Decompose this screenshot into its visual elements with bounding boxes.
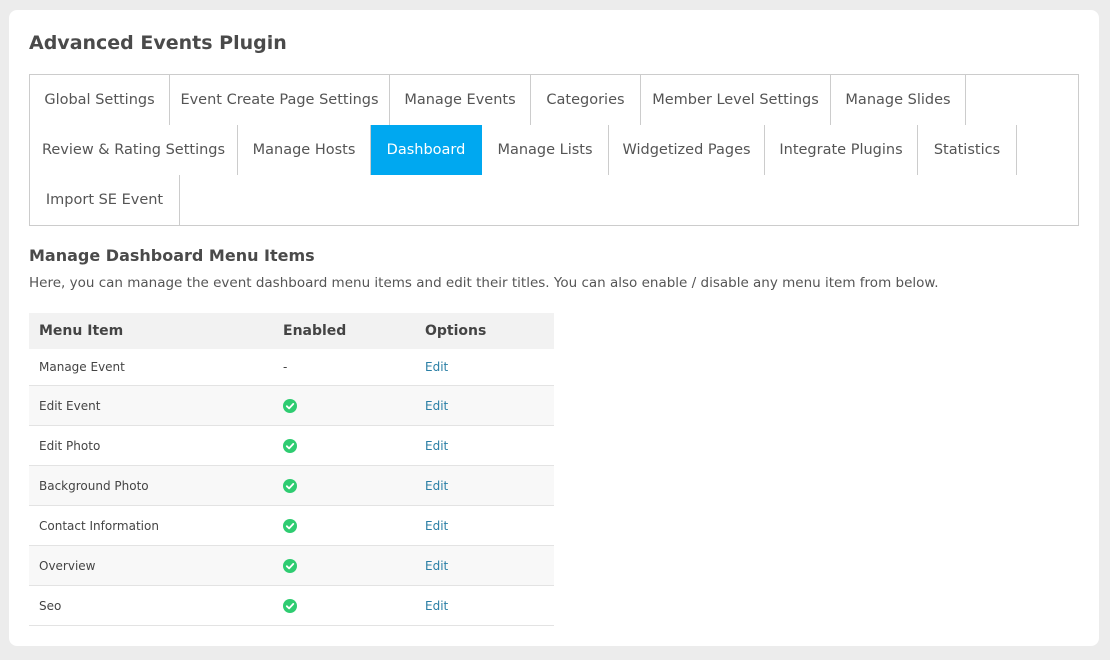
options-cell: Edit [415,545,554,586]
dashboard-menu-table: Menu Item Enabled Options Manage Event -… [29,313,554,626]
options-cell: Edit [415,585,554,626]
menu-item-name: Background Photo [29,465,273,506]
menu-item-name: Contact Information [29,505,273,546]
tab-member-level-settings[interactable]: Member Level Settings [641,75,831,125]
tab-review-rating-settings[interactable]: Review & Rating Settings [30,125,238,175]
check-circle-icon[interactable] [283,558,297,573]
table-row: Background Photo Edit [29,465,554,506]
enabled-status [273,385,415,426]
edit-link[interactable]: Edit [425,559,448,573]
edit-link[interactable]: Edit [425,479,448,493]
edit-link[interactable]: Edit [425,599,448,613]
page-title: Advanced Events Plugin [29,32,287,54]
check-circle-icon[interactable] [283,478,297,493]
options-cell: Edit [415,349,554,386]
table-row: Contact Information Edit [29,505,554,546]
menu-item-name: Manage Event [29,349,273,386]
settings-tabs: Global Settings Event Create Page Settin… [29,74,1079,226]
edit-link[interactable]: Edit [425,360,448,374]
tab-global-settings[interactable]: Global Settings [30,75,170,125]
tab-widgetized-pages[interactable]: Widgetized Pages [609,125,765,175]
table-header-row: Menu Item Enabled Options [29,313,554,349]
table-row: Edit Photo Edit [29,425,554,466]
column-header-enabled: Enabled [273,313,415,349]
column-header-menu-item: Menu Item [29,313,273,349]
menu-item-name: Overview [29,545,273,586]
tab-import-se-event[interactable]: Import SE Event [30,175,180,225]
enabled-status [273,425,415,466]
table-row: Seo Edit [29,585,554,626]
options-cell: Edit [415,385,554,426]
check-circle-icon[interactable] [283,398,297,413]
menu-item-name: Edit Photo [29,425,273,466]
enabled-status [273,505,415,546]
enabled-status: - [273,349,415,386]
section-title: Manage Dashboard Menu Items [29,246,315,265]
edit-link[interactable]: Edit [425,399,448,413]
tab-manage-hosts[interactable]: Manage Hosts [238,125,371,175]
column-header-options: Options [415,313,554,349]
tab-event-create-page-settings[interactable]: Event Create Page Settings [170,75,390,125]
admin-panel: Advanced Events Plugin Global Settings E… [9,10,1099,646]
enabled-status [273,585,415,626]
options-cell: Edit [415,465,554,506]
enabled-status [273,545,415,586]
check-circle-icon[interactable] [283,598,297,613]
menu-item-name: Seo [29,585,273,626]
edit-link[interactable]: Edit [425,519,448,533]
options-cell: Edit [415,505,554,546]
table-row: Edit Event Edit [29,385,554,426]
tab-manage-lists[interactable]: Manage Lists [482,125,609,175]
check-circle-icon[interactable] [283,438,297,453]
tab-manage-events[interactable]: Manage Events [390,75,531,125]
section-description: Here, you can manage the event dashboard… [29,275,939,291]
menu-item-name: Edit Event [29,385,273,426]
tab-integrate-plugins[interactable]: Integrate Plugins [765,125,918,175]
check-circle-icon[interactable] [283,518,297,533]
tab-dashboard[interactable]: Dashboard [371,125,482,175]
options-cell: Edit [415,425,554,466]
tab-categories[interactable]: Categories [531,75,641,125]
table-row: Overview Edit [29,545,554,586]
tab-manage-slides[interactable]: Manage Slides [831,75,966,125]
enabled-status [273,465,415,506]
table-row: Manage Event - Edit [29,349,554,386]
edit-link[interactable]: Edit [425,439,448,453]
tab-statistics[interactable]: Statistics [918,125,1017,175]
